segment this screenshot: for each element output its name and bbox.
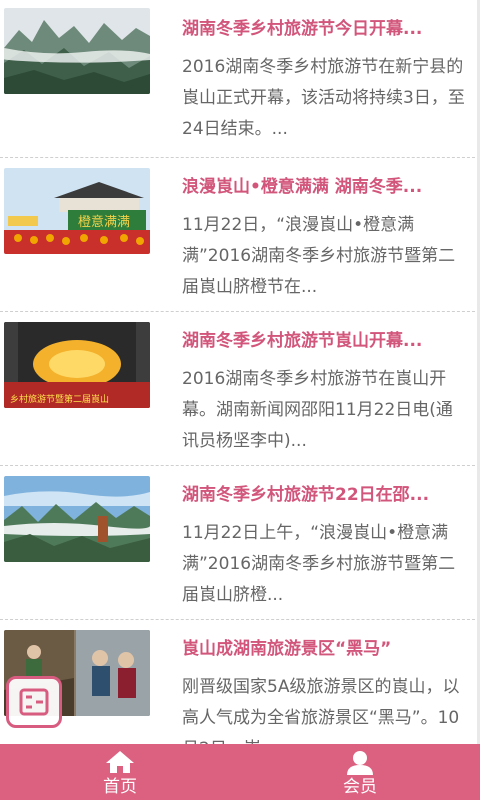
list-item[interactable]: 乡村旅游节暨第二届崀山 湖南冬季乡村旅游节崀山开幕... 2016湖南冬季乡村旅… [0,312,480,466]
article-summary: 刚晋级国家5A级旅游景区的崀山，以高人气成为全省旅游景区“黑马”。10月2日，崀… [182,677,460,744]
tab-home-label: 首页 [103,777,137,797]
bottom-nav: 首页 会员 [0,744,480,800]
article-thumbnail[interactable]: 橙意满满 [4,168,150,254]
home-icon [105,750,135,778]
article-title[interactable]: 浪漫崀山•橙意满满 湖南冬季... [182,172,470,202]
list-icon [19,688,49,716]
tab-home[interactable]: 首页 [0,744,240,800]
list-item[interactable]: 湖南冬季乡村旅游节今日开幕... 2016湖南冬季乡村旅游节在新宁县的崀山正式开… [0,0,480,158]
article-thumbnail[interactable] [4,476,150,562]
article-title[interactable]: 崀山成湖南旅游景区“黑马” [182,634,470,664]
article-title[interactable]: 湖南冬季乡村旅游节22日在邵... [182,480,470,510]
article-thumbnail[interactable] [4,8,150,94]
article-thumbnail[interactable]: 乡村旅游节暨第二届崀山 [4,322,150,408]
stage-banner-text: 乡村旅游节暨第二届崀山 [10,393,109,405]
stage-banner-text: 橙意满满 [78,214,130,230]
list-item[interactable]: 橙意满满 浪漫崀山•橙意满满 湖南冬季... 11月22日，“浪漫崀山•橙意满满… [0,158,480,312]
article-title[interactable]: 湖南冬季乡村旅游节今日开幕... [182,14,470,44]
tab-member[interactable]: 会员 [240,744,480,800]
article-summary: 2016湖南冬季乡村旅游节在新宁县的崀山正式开幕，该活动将持续3日，至24日结束… [182,57,465,139]
article-summary: 11月22日上午，“浪漫崀山•橙意满满”2016湖南冬季乡村旅游节暨第二届崀山脐… [182,523,456,605]
list-item[interactable]: 崀山成湖南旅游景区“黑马” 刚晋级国家5A级旅游景区的崀山，以高人气成为全省旅游… [0,620,480,744]
menu-float-button[interactable] [6,676,62,728]
list-item[interactable]: 湖南冬季乡村旅游节22日在邵... 11月22日上午，“浪漫崀山•橙意满满”20… [0,466,480,620]
tab-member-label: 会员 [343,777,377,797]
article-summary: 2016湖南冬季乡村旅游节在崀山开幕。湖南新闻网邵阳11月22日电(通讯员杨坚李… [182,369,453,451]
article-summary: 11月22日，“浪漫崀山•橙意满满”2016湖南冬季乡村旅游节暨第二届崀山脐橙节… [182,215,456,297]
article-list: 湖南冬季乡村旅游节今日开幕... 2016湖南冬季乡村旅游节在新宁县的崀山正式开… [0,0,480,744]
article-title[interactable]: 湖南冬季乡村旅游节崀山开幕... [182,326,470,356]
